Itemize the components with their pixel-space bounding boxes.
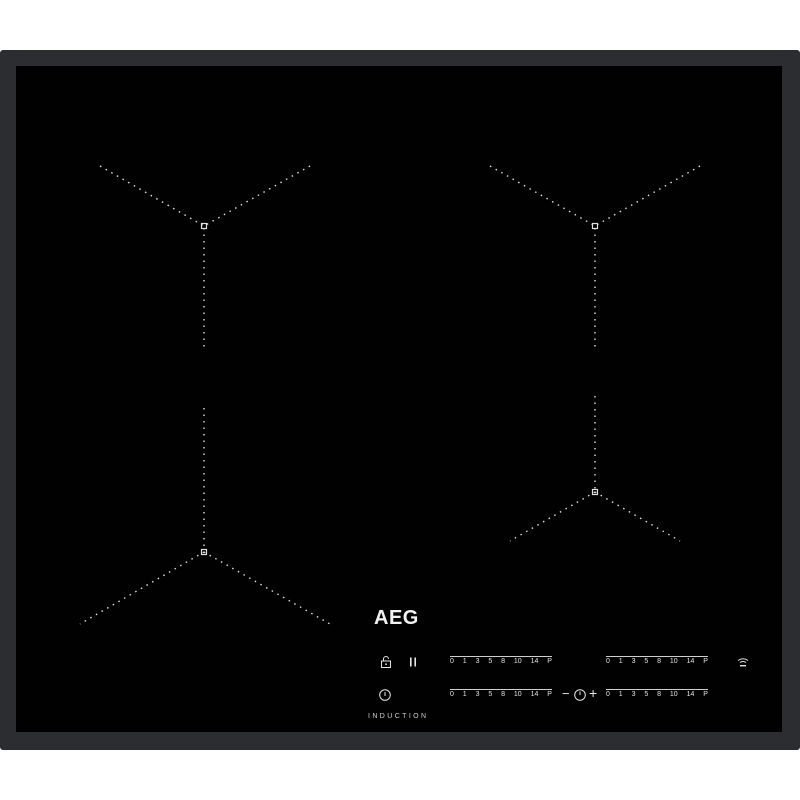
zone-line [509,491,596,542]
slider-tick: 1 [462,691,467,698]
zone-line [489,165,596,227]
slider-tick: 8 [657,691,662,698]
zone-line [203,551,331,625]
slider-ticks: 0 1 3 5 8 10 14 P [606,691,708,698]
induction-label: INDUCTION [368,713,429,720]
slider-tick: 5 [644,658,649,665]
slider-tick: 8 [501,658,506,665]
slider-track [450,656,552,657]
slider-tick: 14 [530,691,539,698]
slider-tick: 8 [501,691,506,698]
slider-tick: 3 [631,658,636,665]
slider-tick: 14 [686,658,695,665]
power-slider-front-right[interactable]: 0 1 3 5 8 10 14 P [606,689,708,703]
slider-tick: 0 [450,658,454,665]
slider-tick: 10 [513,658,522,665]
slider-tick: 5 [488,691,493,698]
slider-tick: 3 [631,691,636,698]
power-icon[interactable] [378,688,392,702]
slider-ticks: 0 1 3 5 8 10 14 P [606,658,708,665]
zone-line [79,551,205,625]
slider-ticks: 0 1 3 5 8 10 14 P [450,691,552,698]
slider-tick: 0 [606,658,610,665]
slider-tick: P [703,691,708,698]
power-slider-rear-left[interactable]: 0 1 3 5 8 10 14 P [450,689,552,703]
slider-tick: P [547,658,552,665]
slider-track [450,689,552,690]
timer-minus-button[interactable]: − [562,686,570,701]
slider-tick: P [547,691,552,698]
zone-line [594,491,681,542]
slider-tick: 5 [488,658,493,665]
slider-tick: 1 [618,658,623,665]
slider-tick: 0 [450,691,454,698]
slider-tick: 8 [657,658,662,665]
slider-tick: 5 [644,691,649,698]
power-slider-rear-right[interactable]: 0 1 3 5 8 10 14 P [606,656,708,670]
timer-icon[interactable] [573,688,587,702]
power-slider-front-left[interactable]: 0 1 3 5 8 10 14 P [450,656,552,670]
slider-ticks: 0 1 3 5 8 10 14 P [450,658,552,665]
slider-tick: 1 [618,691,623,698]
slider-track [606,656,708,657]
zone-line [99,165,205,227]
slider-tick: 10 [513,691,522,698]
brand-logo: AEG [374,607,419,629]
wifi-icon[interactable] [736,655,750,669]
cooking-zones [79,165,701,625]
timer-plus-button[interactable]: + [589,685,597,701]
slider-tick: 0 [606,691,610,698]
slider-tick: 14 [530,658,539,665]
slider-tick: 10 [669,658,678,665]
slider-tick: 10 [669,691,678,698]
slider-tick: 14 [686,691,695,698]
slider-tick: 1 [462,658,467,665]
slider-track [606,689,708,690]
slider-tick: P [703,658,708,665]
zone-line [594,165,701,227]
zone-line [203,165,311,227]
slider-tick: 3 [475,658,480,665]
slider-tick: 3 [475,691,480,698]
zone-center-marker [591,222,599,230]
pause-icon[interactable] [406,655,420,669]
lock-icon[interactable] [379,655,393,669]
